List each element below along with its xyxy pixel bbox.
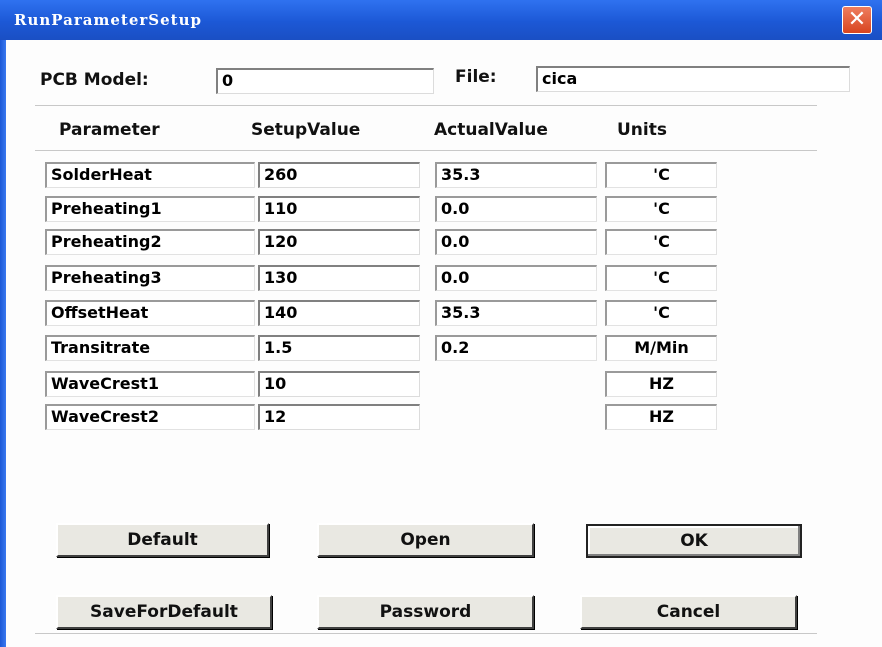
actual-value: 0.2 xyxy=(435,335,597,361)
default-button[interactable]: Default xyxy=(56,523,269,557)
unit-value: 'C xyxy=(605,162,717,188)
actual-value: 0.0 xyxy=(435,229,597,255)
save-for-default-button[interactable]: SaveForDefault xyxy=(56,595,272,629)
actual-value: 35.3 xyxy=(435,300,597,326)
param-name: WaveCrest2 xyxy=(45,404,255,430)
param-name: Preheating2 xyxy=(45,229,255,255)
separator xyxy=(35,633,817,634)
open-button[interactable]: Open xyxy=(317,523,534,557)
column-header-setup-value: SetupValue xyxy=(251,120,361,140)
column-header-parameter: Parameter xyxy=(59,120,160,140)
cancel-button[interactable]: Cancel xyxy=(580,595,797,629)
window-title: RunParameterSetup xyxy=(14,11,202,29)
setup-value-input[interactable]: 110 xyxy=(258,196,420,222)
setup-value-input[interactable]: 140 xyxy=(258,300,420,326)
file-input[interactable]: cica xyxy=(536,66,850,92)
password-button[interactable]: Password xyxy=(317,595,534,629)
setup-value-input[interactable]: 120 xyxy=(258,229,420,255)
param-name: OffsetHeat xyxy=(45,300,255,326)
pcb-model-label: PCB Model: xyxy=(40,70,149,90)
param-name: SolderHeat xyxy=(45,162,255,188)
unit-value: HZ xyxy=(605,404,717,430)
column-header-units: Units xyxy=(617,120,667,140)
param-name: WaveCrest1 xyxy=(45,371,255,397)
unit-value: HZ xyxy=(605,371,717,397)
setup-value-input[interactable]: 260 xyxy=(258,162,420,188)
title-bar[interactable]: RunParameterSetup ✕ xyxy=(0,0,882,40)
setup-value-input[interactable]: 12 xyxy=(258,404,420,430)
param-name: Preheating3 xyxy=(45,265,255,291)
separator xyxy=(35,150,817,151)
unit-value: 'C xyxy=(605,196,717,222)
unit-value: 'C xyxy=(605,300,717,326)
setup-value-input[interactable]: 1.5 xyxy=(258,335,420,361)
param-name: Transitrate xyxy=(45,335,255,361)
file-label: File: xyxy=(455,67,497,87)
ok-button[interactable]: OK xyxy=(586,524,802,558)
param-name: Preheating1 xyxy=(45,196,255,222)
actual-value: 35.3 xyxy=(435,162,597,188)
dialog-body: PCB Model: 0 File: cica Parameter SetupV… xyxy=(6,40,882,647)
unit-value: M/Min xyxy=(605,335,717,361)
setup-value-input[interactable]: 130 xyxy=(258,265,420,291)
actual-value: 0.0 xyxy=(435,196,597,222)
close-button[interactable]: ✕ xyxy=(842,6,872,34)
close-icon: ✕ xyxy=(847,7,867,32)
column-header-actual-value: ActualValue xyxy=(434,120,548,140)
pcb-model-input[interactable]: 0 xyxy=(216,68,434,94)
separator xyxy=(35,105,817,106)
setup-value-input[interactable]: 10 xyxy=(258,371,420,397)
unit-value: 'C xyxy=(605,265,717,291)
actual-value: 0.0 xyxy=(435,265,597,291)
unit-value: 'C xyxy=(605,229,717,255)
